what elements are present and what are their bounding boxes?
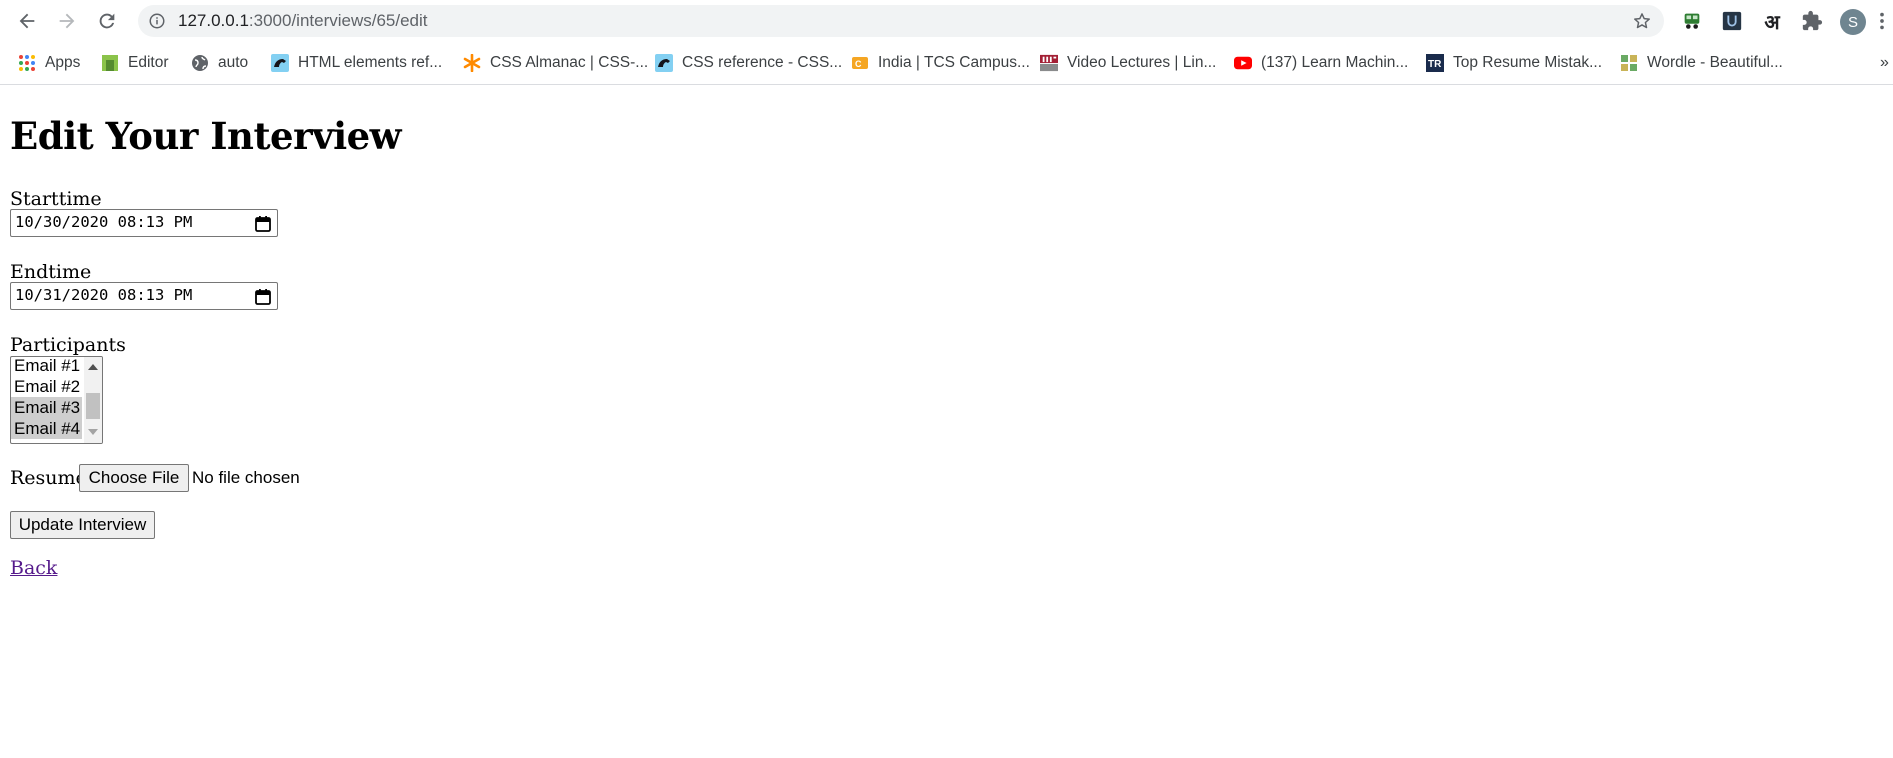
bookmark-label: India | TCS Campus... (878, 54, 1030, 71)
bookmark-wordle[interactable]: Wordle - Beautiful... (1620, 52, 1783, 74)
participants-select[interactable]: Email #1 Email #2 Email #3 Email #4 (10, 356, 103, 444)
mdn-favicon (655, 54, 673, 72)
bookmark-label: HTML elements ref... (298, 54, 443, 71)
address-bar[interactable]: 127.0.0.1:3000/interviews/65/edit (138, 5, 1664, 37)
endtime-label: Endtime (10, 261, 92, 283)
bookmark-label: auto (218, 54, 249, 71)
apps-grid-icon (18, 54, 36, 72)
back-link[interactable]: Back (10, 557, 57, 579)
update-interview-button[interactable]: Update Interview (10, 511, 155, 539)
bookmark-top-resume[interactable]: TR Top Resume Mistak... (1426, 52, 1602, 74)
choose-file-button[interactable]: Choose File (79, 464, 189, 492)
starttime-input[interactable]: 10/30/2020 08:13 PM (10, 209, 278, 237)
bookmark-label: Wordle - Beautiful... (1647, 54, 1783, 71)
bookmark-star-icon[interactable] (1632, 11, 1652, 31)
site-info-icon[interactable] (148, 12, 166, 30)
svg-text:TR: TR (1428, 59, 1442, 70)
endtime-input[interactable]: 10/31/2020 08:13 PM (10, 282, 278, 310)
wordle-favicon (1620, 54, 1638, 72)
mit-ocw-favicon (1040, 54, 1058, 72)
resume-label: Resume (10, 467, 87, 489)
starttime-label: Starttime (10, 188, 102, 210)
bookmark-learn-machine[interactable]: (137) Learn Machin... (1234, 52, 1408, 74)
youtube-favicon (1234, 54, 1252, 72)
globe-icon (191, 54, 209, 72)
bookmark-label: (137) Learn Machin... (1261, 54, 1409, 71)
bookmark-label: Apps (45, 54, 81, 71)
svg-text:C: C (855, 59, 862, 69)
bookmark-video-lectures[interactable]: Video Lectures | Lin... (1040, 52, 1216, 74)
reload-icon[interactable] (94, 8, 120, 34)
page-title: Edit Your Interview (10, 114, 402, 158)
calendar-icon[interactable] (253, 214, 273, 234)
endtime-value: 10/31/2020 08:13 PM (15, 286, 193, 304)
bookmark-apps[interactable]: Apps (18, 52, 80, 74)
more-menu-icon[interactable] (1876, 9, 1888, 33)
bookmark-label: Top Resume Mistak... (1453, 54, 1603, 71)
starttime-value: 10/30/2020 08:13 PM (15, 213, 193, 231)
participant-option-selected[interactable]: Email #3 (11, 397, 82, 418)
bookmark-tcs-campus[interactable]: C India | TCS Campus... (851, 52, 1030, 74)
participants-label: Participants (10, 334, 126, 356)
forward-arrow-icon[interactable] (54, 8, 80, 34)
bookmarks-overflow-chevron[interactable]: » (1880, 52, 1889, 74)
browser-toolbar: 127.0.0.1:3000/interviews/65/edit अ S (0, 0, 1893, 42)
scrollbar-thumb[interactable] (86, 393, 100, 419)
css-tricks-favicon (463, 54, 481, 72)
listbox-scrollbar[interactable] (84, 357, 102, 443)
bookmark-label: Editor (128, 54, 169, 71)
bookmark-label: CSS Almanac | CSS-... (490, 54, 649, 71)
bookmark-css-almanac[interactable]: CSS Almanac | CSS-... (463, 52, 648, 74)
bookmark-html-elements[interactable]: HTML elements ref... (271, 52, 442, 74)
mdn-favicon (271, 54, 289, 72)
participant-option[interactable]: Email #2 (11, 376, 82, 397)
bookmark-css-reference[interactable]: CSS reference - CSS... (655, 52, 842, 74)
bookmark-auto[interactable]: auto (191, 52, 248, 74)
bookmark-editor[interactable]: Editor (101, 52, 169, 74)
tr-favicon: TR (1426, 54, 1444, 72)
editor-favicon (101, 54, 119, 72)
puzzle-extensions-icon[interactable] (1800, 9, 1824, 33)
scroll-down-arrow-icon[interactable] (88, 429, 98, 435)
tcs-favicon: C (851, 54, 869, 72)
url-text: 127.0.0.1:3000/interviews/65/edit (178, 11, 428, 30)
file-status-text: No file chosen (192, 468, 300, 487)
hindi-extension-icon[interactable]: अ (1760, 9, 1784, 34)
page-content: Edit Your Interview Starttime 10/30/2020… (0, 85, 1893, 758)
scroll-up-arrow-icon[interactable] (88, 364, 98, 370)
bookmark-label: CSS reference - CSS... (682, 54, 843, 71)
train-extension-icon[interactable] (1680, 9, 1704, 33)
profile-avatar[interactable]: S (1840, 9, 1866, 35)
bookmarks-bar: Apps Editor auto HTML elements ref... CS… (0, 42, 1893, 85)
participant-option[interactable]: Email #1 (11, 357, 82, 376)
participant-option-selected[interactable]: Email #4 (11, 418, 82, 439)
calendar-icon[interactable] (253, 287, 273, 307)
bookmark-label: Video Lectures | Lin... (1067, 54, 1217, 71)
back-arrow-icon[interactable] (14, 8, 40, 34)
u-extension-icon[interactable] (1720, 9, 1744, 33)
